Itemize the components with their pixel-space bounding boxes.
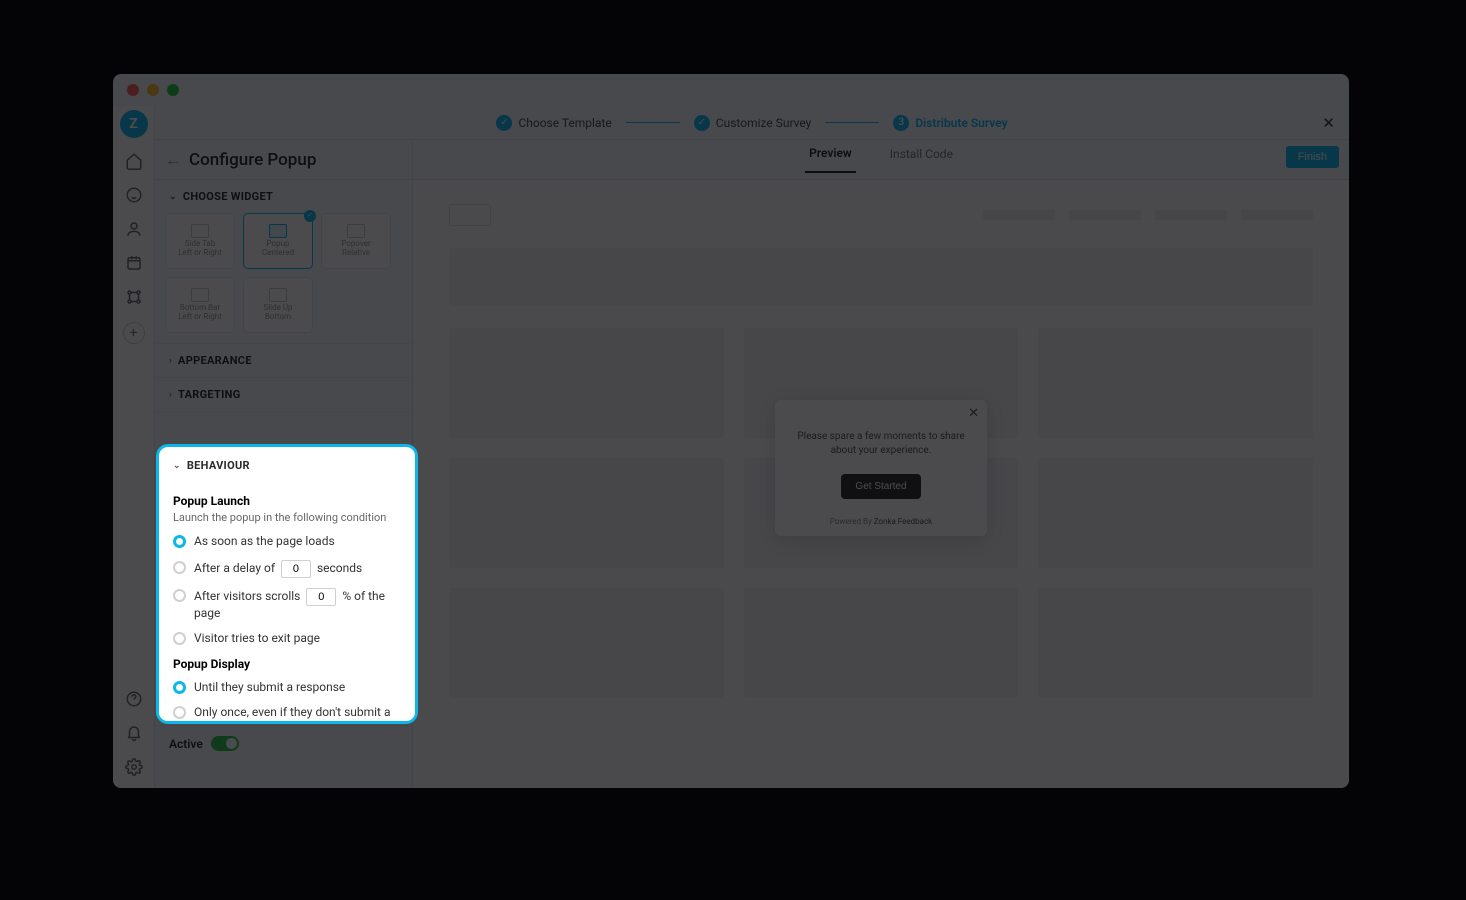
skeleton-card (449, 588, 724, 698)
step-line (825, 122, 879, 123)
step-1[interactable]: ✓Choose Template (496, 115, 611, 131)
radio-dot[interactable] (173, 681, 186, 694)
chat-icon[interactable] (121, 182, 147, 208)
widget-grid: Side TabLeft or Right ✓PopupCentered Pop… (155, 213, 412, 343)
window-close-dot[interactable] (127, 84, 139, 96)
radio-until-submit[interactable]: Until they submit a response (173, 680, 401, 696)
skeleton-logo (449, 204, 491, 226)
skeleton-nav (983, 210, 1055, 220)
home-icon[interactable] (121, 148, 147, 174)
tab-preview[interactable]: Preview (805, 146, 856, 173)
radio-dot[interactable] (173, 632, 186, 645)
skeleton-card (744, 588, 1019, 698)
user-icon[interactable] (121, 216, 147, 242)
popup-display-title: Popup Display (173, 657, 401, 671)
step-3[interactable]: 3Distribute Survey (893, 115, 1007, 131)
radio-scroll[interactable]: After visitors scrolls % of the page (173, 588, 401, 622)
delay-input[interactable] (281, 560, 311, 578)
workflow-icon[interactable] (121, 284, 147, 310)
radio-page-load[interactable]: As soon as the page loads (173, 534, 401, 550)
stepper-bar: ✓Choose Template ✓Customize Survey 3Dist… (155, 106, 1349, 140)
titlebar (113, 74, 1349, 106)
chevron-right-icon: › (169, 356, 172, 366)
step-2[interactable]: ✓Customize Survey (694, 115, 812, 131)
popup-launch-title: Popup Launch (173, 494, 401, 508)
section-appearance: ›APPEARANCE (155, 344, 412, 378)
popup-preview: ✕ Please spare a few moments to share ab… (775, 400, 987, 536)
radio-dot[interactable] (173, 535, 186, 548)
skeleton-nav (1069, 210, 1141, 220)
skeleton-card (449, 328, 724, 438)
behaviour-highlight: ⌄BEHAVIOUR Popup Launch Launch the popup… (156, 444, 418, 724)
step-line (626, 122, 680, 123)
section-targeting: ›TARGETING (155, 378, 412, 412)
finish-button[interactable]: Finish (1286, 146, 1339, 168)
section-header-choose-widget[interactable]: ⌄CHOOSE WIDGET (155, 180, 412, 213)
radio-dot[interactable] (173, 589, 186, 602)
skeleton-nav (1155, 210, 1227, 220)
popup-footer: Powered By Zonka Feedback (789, 517, 973, 526)
section-header-appearance[interactable]: ›APPEARANCE (155, 344, 412, 377)
scroll-input[interactable] (306, 588, 336, 606)
popup-launch-subtitle: Launch the popup in the following condit… (173, 511, 401, 524)
widget-side-tab[interactable]: Side TabLeft or Right (165, 213, 235, 269)
radio-dot[interactable] (173, 561, 186, 574)
active-toggle[interactable] (211, 736, 239, 751)
inbox-icon[interactable] (121, 250, 147, 276)
popup-text: Please spare a few moments to share abou… (789, 430, 973, 458)
add-button[interactable]: + (123, 322, 145, 344)
window-zoom-dot[interactable] (167, 84, 179, 96)
skeleton-card (1038, 458, 1313, 568)
step-1-label: Choose Template (518, 116, 611, 130)
left-rail: Z + (113, 106, 155, 788)
section-header-behaviour[interactable]: ⌄BEHAVIOUR (159, 447, 415, 482)
settings-icon[interactable] (121, 754, 147, 780)
close-icon[interactable]: ✕ (1322, 114, 1335, 132)
step-2-label: Customize Survey (716, 116, 812, 130)
radio-dot[interactable] (173, 706, 186, 719)
chevron-right-icon: › (169, 390, 172, 400)
skeleton-hero (449, 248, 1313, 306)
chevron-down-icon: ⌄ (169, 192, 177, 202)
skeleton-card (449, 458, 724, 568)
widget-popover[interactable]: PopoverRelative (321, 213, 391, 269)
active-toggle-row: Active (155, 726, 412, 761)
section-choose-widget: ⌄CHOOSE WIDGET Side TabLeft or Right ✓Po… (155, 180, 412, 344)
active-label: Active (169, 737, 203, 751)
help-icon[interactable] (121, 686, 147, 712)
radio-delay[interactable]: After a delay of seconds (173, 560, 401, 578)
widget-bottom-bar[interactable]: Bottom BarLeft or Right (165, 277, 235, 333)
chevron-down-icon: ⌄ (173, 461, 181, 471)
config-header: ← Configure Popup (155, 140, 412, 180)
skeleton-card (1038, 328, 1313, 438)
preview-pane: Preview Install Code Finish (413, 140, 1349, 788)
window-minimize-dot[interactable] (147, 84, 159, 96)
bell-icon[interactable] (121, 720, 147, 746)
section-header-targeting[interactable]: ›TARGETING (155, 378, 412, 411)
step-3-label: Distribute Survey (915, 116, 1007, 130)
back-arrow-icon[interactable]: ← (165, 150, 181, 170)
page-title: Configure Popup (189, 150, 316, 170)
radio-exit[interactable]: Visitor tries to exit page (173, 631, 401, 647)
tab-install-code[interactable]: Install Code (886, 147, 957, 172)
skeleton-nav (1241, 210, 1313, 220)
skeleton-card (1038, 588, 1313, 698)
widget-popup-centered[interactable]: ✓PopupCentered (243, 213, 313, 269)
app-logo: Z (120, 110, 148, 138)
widget-slide-up[interactable]: Slide UpBottom (243, 277, 313, 333)
powered-link[interactable]: Zonka Feedback (874, 517, 933, 526)
radio-only-once[interactable]: Only once, even if they don't submit a r… (173, 705, 401, 724)
popup-cta-button[interactable]: Get Started (841, 474, 920, 499)
popup-close-icon[interactable]: ✕ (968, 406, 979, 421)
